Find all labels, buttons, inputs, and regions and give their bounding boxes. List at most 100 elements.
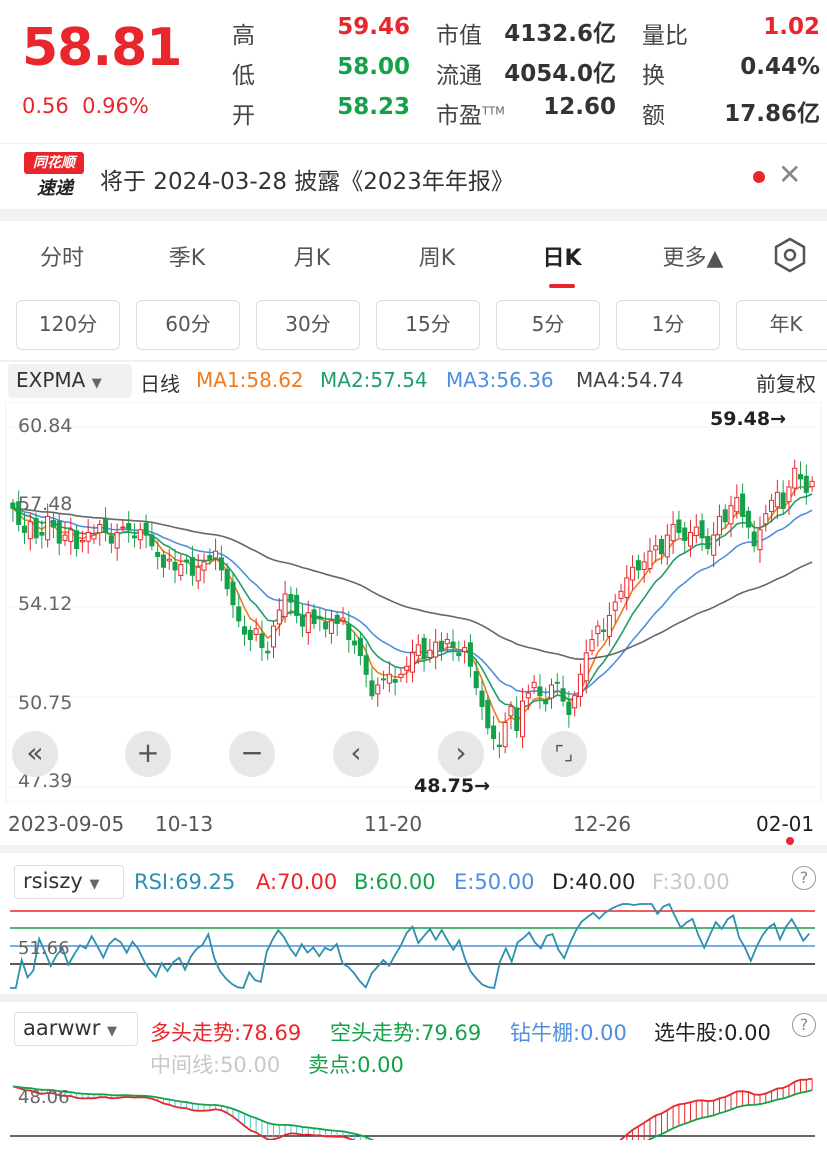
chip-60min[interactable]: 60分 [136,300,240,350]
candle-body [305,612,311,634]
main-indicator-selector[interactable]: EXPMA ▼ [8,364,132,398]
candle-body [531,681,537,689]
trend-indicator-selector[interactable]: aarwwr ▼ [14,1012,138,1046]
ma2-value: MA2:57.54 [320,368,428,392]
candle-body [242,626,248,635]
rsi-a: A:70.00 [256,870,338,894]
candle-body [120,526,126,529]
help-icon[interactable]: ? [792,866,816,890]
tab-more[interactable]: 更多▲ [645,240,741,272]
candle-body [659,539,665,555]
candle-body [299,616,305,627]
price-change: 0.56 0.96% [22,94,149,118]
candle-body [792,467,798,489]
mcap-value: 4132.6亿 [504,21,616,47]
chevron-right-icon[interactable]: › [438,731,484,777]
fullscreen-icon[interactable]: ⌜⌟ [541,731,587,777]
candle-body [797,474,804,480]
candle-body [606,614,612,637]
tab-quarter-k[interactable]: 季K [147,240,227,272]
candle-body [757,529,763,551]
news-banner[interactable]: 同花顺 速递 将于 2024-03-28 披露《2023年年报》 ✕ [0,143,827,209]
tab-month-k[interactable]: 月K [272,240,352,272]
chip-1min[interactable]: 1分 [616,300,720,350]
candle-body [682,527,688,541]
adjust-mode[interactable]: 前复权 [756,368,816,397]
tab-week-k[interactable]: 周K [397,240,477,272]
period-label: 日线 [140,372,180,396]
candle-body [751,531,757,547]
amount-value: 17.86亿 [724,101,820,127]
low-value: 58.00 [337,54,410,80]
min-price-label: 48.75→ [414,775,491,797]
candle-body [311,609,317,624]
zoom-in-icon[interactable]: + [125,731,171,777]
candle-body [653,545,659,551]
candle-body [618,590,624,599]
rsi-selector-name: rsiszy [23,869,83,893]
chip-year-k[interactable]: 年K [736,300,827,350]
logo-line2: 速递 [37,178,73,199]
rewind-icon[interactable]: « [12,731,58,777]
candle-body [172,561,178,571]
x-tick-4: 12-26 [573,812,632,836]
rsi-d: D:40.00 [552,870,636,894]
candle-body [91,534,97,540]
candle-body [160,554,166,568]
candle-body [218,557,224,571]
candle-body [114,531,120,549]
chip-5min[interactable]: 5分 [496,300,600,350]
candle-body [647,550,653,570]
rsi-indicator-selector[interactable]: rsiszy ▼ [14,865,124,899]
candle-body [548,684,555,699]
candle-body [630,566,636,581]
chip-120min[interactable]: 120分 [16,300,120,350]
volume-ratio-label: 量比 [642,23,688,49]
candle-body [126,523,132,531]
tab-intraday[interactable]: 分时 [22,240,102,272]
candle-body [496,744,502,748]
candle-body [514,707,520,732]
candle-body [404,665,410,671]
candle-body [676,519,682,533]
turnover-value: 0.44% [740,54,820,80]
candle-body [207,555,213,560]
pe-value: 12.60 [543,94,616,120]
candle-body [189,557,195,576]
x-tick-1: 2023-09-05 [8,812,125,836]
candle-body [143,522,149,536]
kline-chart[interactable] [0,402,827,802]
candle-body [612,601,618,611]
open-value: 58.23 [337,94,410,120]
logo-line1: 同花顺 [24,152,84,174]
candle-body [711,534,717,556]
candle-body [450,641,456,649]
candle-body [247,629,253,641]
candle-body [56,520,62,544]
x-tick-5: 02-01 [756,812,815,836]
volume-ratio-value: 1.02 [763,14,820,40]
candle-body [381,678,387,681]
zoom-out-icon[interactable]: − [229,731,275,777]
last-price: 58.81 [22,18,182,78]
candle-body [85,531,91,542]
candle-body [438,640,444,651]
candle-body [265,650,271,654]
divider [0,360,827,362]
x-tick-2: 10-13 [155,812,214,836]
news-text[interactable]: 将于 2024-03-28 披露《2023年年报》 [100,162,514,196]
sell-point-value: 卖点:0.00 [308,1053,404,1077]
candle-body [705,535,711,550]
chevron-left-icon[interactable]: ‹ [333,731,379,777]
tab-day-k[interactable]: 日K [522,240,602,272]
chip-15min[interactable]: 15分 [376,300,480,350]
candle-body [282,593,288,618]
chip-30min[interactable]: 30分 [256,300,360,350]
candle-body [346,623,352,641]
pe-ttm-sup: TTM [482,104,505,118]
settings-hexagon-icon[interactable] [771,236,809,274]
close-icon[interactable]: ✕ [778,158,801,191]
candle-body [485,699,491,729]
help-icon[interactable]: ? [792,1013,816,1037]
candle-body [224,568,230,590]
